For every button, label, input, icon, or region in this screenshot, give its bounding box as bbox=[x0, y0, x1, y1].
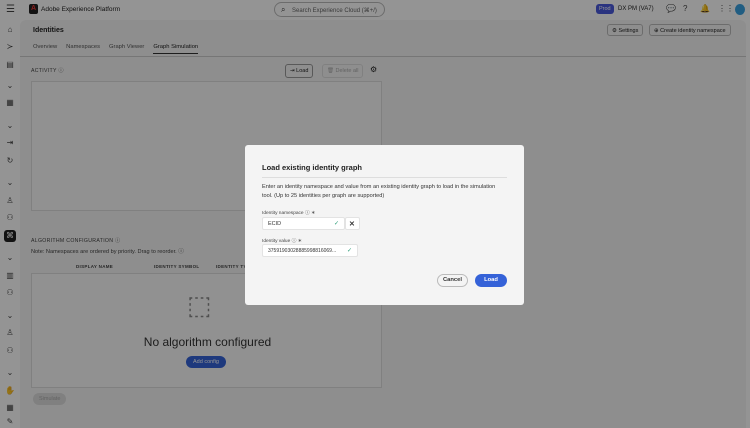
namespace-label: Identity namespace ⓘ ∗ bbox=[262, 211, 316, 216]
clear-namespace-button[interactable]: ✕ bbox=[345, 217, 360, 230]
identity-value: 37591903028885998816069... bbox=[268, 248, 337, 254]
namespace-field[interactable]: ECID ✓ bbox=[262, 217, 345, 230]
dialog-load-button[interactable]: Load bbox=[475, 274, 507, 287]
check-icon: ✓ bbox=[333, 221, 339, 227]
check-icon: ✓ bbox=[346, 248, 352, 254]
dialog-description: Enter an identity namespace and value fr… bbox=[262, 184, 496, 199]
namespace-label-text: Identity namespace bbox=[262, 211, 304, 216]
load-graph-dialog: Load existing identity graph Enter an id… bbox=[245, 145, 524, 305]
identity-value-field[interactable]: 37591903028885998816069... ✓ bbox=[262, 244, 358, 257]
namespace-value: ECID bbox=[268, 221, 282, 227]
value-label: Identity value ⓘ ∗ bbox=[262, 239, 302, 244]
dialog-title: Load existing identity graph bbox=[262, 163, 363, 172]
divider bbox=[262, 177, 507, 178]
cancel-button[interactable]: Cancel bbox=[437, 274, 468, 287]
